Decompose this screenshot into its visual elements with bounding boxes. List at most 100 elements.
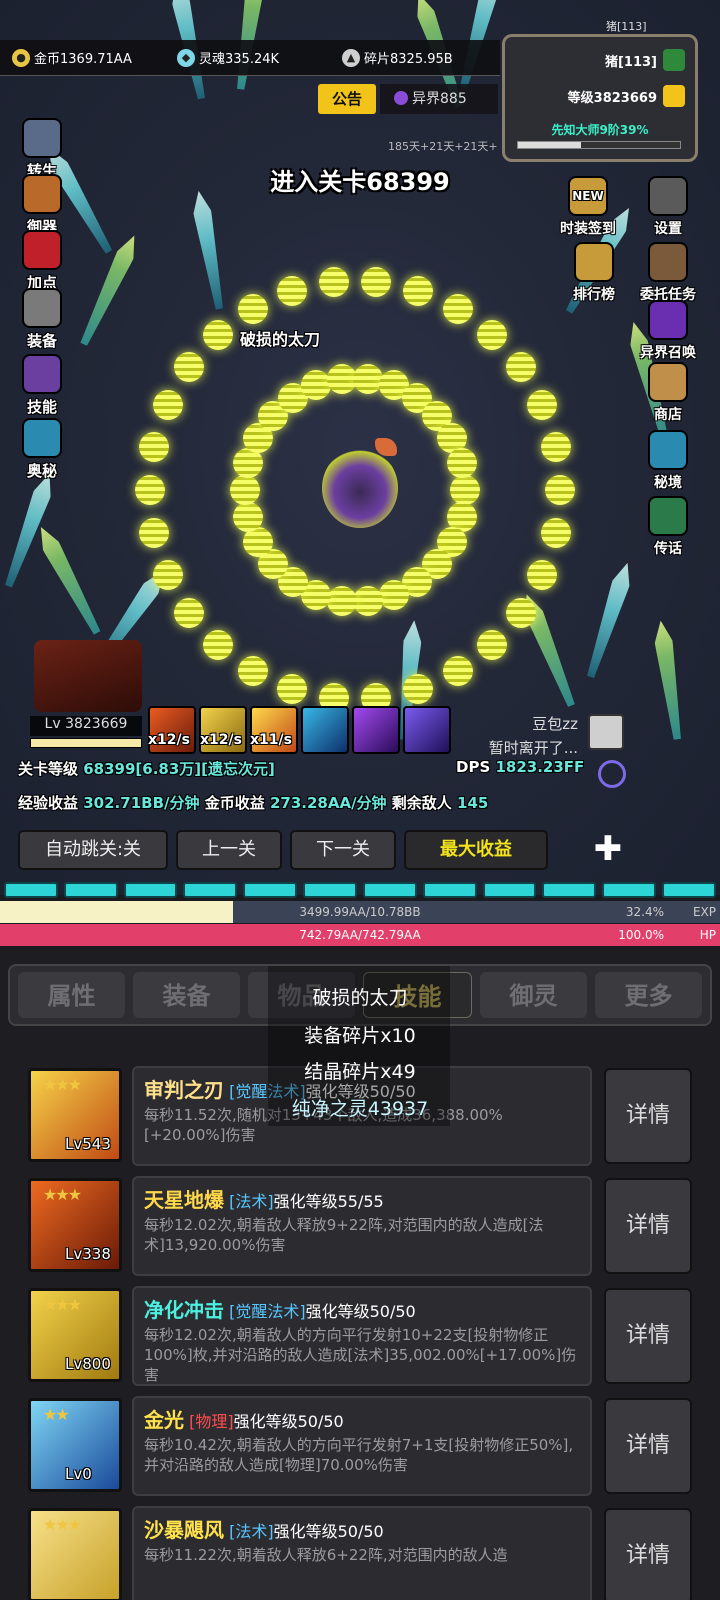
prev-stage-button[interactable]: 上一关 bbox=[176, 830, 282, 870]
coin-icon bbox=[505, 352, 536, 383]
exp-income-label: 经验收益 bbox=[18, 794, 79, 812]
wave-segment bbox=[542, 882, 597, 898]
skill-card: ★★ Lv0 金光 [物理]强化等级50/50 每秒10.42次,朝着敌人的方向平行发… bbox=[24, 1396, 696, 1496]
skill-icon[interactable]: ★★ Lv0 bbox=[28, 1398, 122, 1492]
left-menu-item[interactable]: 转生 bbox=[12, 118, 72, 181]
realm-button[interactable]: 异界885 bbox=[380, 84, 498, 114]
equipment-icon bbox=[22, 288, 62, 328]
hp-percent: 100.0% bbox=[618, 928, 664, 942]
leaf-badge-icon bbox=[663, 49, 685, 71]
income-row: 经验收益 302.71BB/分钟 金币收益 273.28AA/分钟 剩余敌人 1… bbox=[18, 792, 488, 813]
coin-icon bbox=[233, 501, 264, 532]
soul-amount: 灵魂335.24K bbox=[199, 52, 280, 67]
right-menu-item[interactable]: 传话 bbox=[630, 496, 706, 558]
coin-icon bbox=[326, 363, 357, 394]
boss-hp-bar bbox=[30, 738, 142, 748]
skill-name: 沙暴飓风 bbox=[144, 1518, 224, 1542]
skill-slot-void-icon[interactable] bbox=[352, 706, 400, 754]
skill-icon bbox=[22, 354, 62, 394]
new-badge: NEW bbox=[572, 189, 604, 203]
left-menu-item[interactable]: 奥秘 bbox=[12, 418, 72, 481]
ring-icon[interactable] bbox=[598, 760, 626, 788]
title-progress-bar bbox=[517, 141, 681, 149]
right-menu-item[interactable]: 委托任务 bbox=[630, 242, 706, 304]
skill-detail-button[interactable]: 详情 bbox=[604, 1178, 692, 1274]
skill-icon[interactable]: ★★★ Lv800 bbox=[28, 1288, 122, 1382]
right-menu-item[interactable]: NEW 时装签到 bbox=[550, 176, 626, 238]
max-income-button[interactable]: 最大收益 bbox=[404, 830, 548, 870]
left-menu-item[interactable]: 装备 bbox=[12, 288, 72, 351]
skill-slot-vortex-icon[interactable] bbox=[301, 706, 349, 754]
player-level: 等级3823669 bbox=[567, 90, 657, 106]
skill-detail-button[interactable]: 详情 bbox=[604, 1508, 692, 1600]
right-menu-label: 商店 bbox=[654, 407, 682, 423]
left-menu-item[interactable]: 加点 bbox=[12, 230, 72, 293]
secret-realm-icon bbox=[648, 430, 688, 470]
skill-icon[interactable]: ★★★ Lv338 bbox=[28, 1178, 122, 1272]
crystal-decoration bbox=[190, 189, 229, 310]
enemies-label: 剩余敌人 bbox=[391, 794, 452, 812]
coin-icon bbox=[540, 431, 571, 462]
coin-icon bbox=[152, 560, 183, 591]
skill-detail-button[interactable]: 详情 bbox=[604, 1288, 692, 1384]
friend-avatar[interactable] bbox=[588, 714, 624, 750]
player-name: 猪[113] bbox=[604, 54, 657, 70]
stage-level-row: 关卡等级 68399[6.83万][遗忘次元] bbox=[18, 758, 275, 779]
skill-stars: ★★★ bbox=[43, 1515, 82, 1534]
coin-icon bbox=[237, 293, 268, 324]
shard-icon: ▲ bbox=[342, 48, 360, 67]
skill-stars: ★★★ bbox=[43, 1185, 82, 1204]
next-stage-button[interactable]: 下一关 bbox=[290, 830, 396, 870]
right-menu-label: 传话 bbox=[654, 541, 682, 557]
coin-icon bbox=[442, 293, 473, 324]
skill-type: [物理] bbox=[189, 1412, 234, 1431]
exp-percent: 32.4% bbox=[625, 905, 664, 919]
player-level-row: 等级3823669 bbox=[568, 85, 685, 107]
left-menu-label: 奥秘 bbox=[26, 462, 57, 480]
coin-icon bbox=[152, 389, 183, 420]
skill-rate: x11/s bbox=[250, 732, 292, 748]
player-panel[interactable]: 猪[113] 等级3823669 先知大师9阶39% bbox=[502, 34, 698, 162]
loot-item: 结晶碎片x49 bbox=[304, 1061, 416, 1083]
skill-icon[interactable]: ★★★ bbox=[28, 1508, 122, 1600]
crystal-decoration bbox=[582, 560, 636, 680]
skill-enhance-level: 强化等级50/50 bbox=[273, 1522, 384, 1541]
skill-card: ★★★ Lv800 净化冲击 [觉醒法术]强化等级50/50 每秒12.02次,朝着敌… bbox=[24, 1286, 696, 1386]
skill-lv: Lv543 bbox=[65, 1135, 111, 1153]
plus-icon[interactable]: ✚ bbox=[588, 830, 628, 870]
right-menu-item[interactable]: 排行榜 bbox=[556, 242, 632, 304]
left-menu-item[interactable]: 御器 bbox=[12, 174, 72, 237]
coin-icon bbox=[326, 586, 357, 617]
right-menu-item[interactable]: 商店 bbox=[630, 362, 706, 424]
settings-gear-icon bbox=[648, 176, 688, 216]
dps-row: DPS 1823.23FF bbox=[456, 758, 584, 776]
boss-level: Lv 3823669 bbox=[30, 716, 142, 736]
right-menu-label: 排行榜 bbox=[573, 287, 615, 303]
crystal-decoration bbox=[33, 523, 105, 637]
notice-button[interactable]: 公告 bbox=[318, 84, 376, 114]
auto-skip-button[interactable]: 自动跳关:关 bbox=[18, 830, 168, 870]
shard-resource: ▲ 碎片8325.95B bbox=[330, 48, 495, 67]
skill-lv: Lv0 bbox=[65, 1465, 92, 1483]
skill-stars: ★★ bbox=[43, 1405, 70, 1424]
right-menu-item[interactable]: 设置 bbox=[630, 176, 706, 238]
skill-type: [觉醒法术] bbox=[229, 1302, 306, 1321]
skill-stars: ★★★ bbox=[43, 1295, 82, 1314]
game-scene[interactable]: 进入关卡68399 185天+21天+21天+ 破损的太刀 猪[113] ● 金… bbox=[0, 0, 720, 895]
loot-item: 装备碎片x10 bbox=[304, 1025, 416, 1047]
dps-label: DPS bbox=[456, 758, 491, 776]
left-menu-item[interactable]: 技能 bbox=[12, 354, 72, 417]
skill-info: 净化冲击 [觉醒法术]强化等级50/50 每秒12.02次,朝着敌人的方向平行发射… bbox=[132, 1286, 592, 1386]
left-menu-label: 装备 bbox=[26, 332, 57, 350]
title-progress: 先知大师9阶39% bbox=[551, 123, 649, 137]
wave-segment bbox=[63, 882, 118, 898]
skill-type: [法术] bbox=[229, 1192, 274, 1211]
skill-description: 每秒11.22次,朝着敌人释放6+22阵,对范围内的敌人造 bbox=[144, 1546, 508, 1564]
right-menu-item[interactable]: 异界召唤 bbox=[630, 300, 706, 362]
skill-detail-button[interactable]: 详情 bbox=[604, 1398, 692, 1494]
gold-amount: 金币1369.71AA bbox=[34, 52, 132, 67]
right-menu-item[interactable]: 秘境 bbox=[630, 430, 706, 492]
crown-icon bbox=[663, 85, 685, 107]
coin-icon bbox=[202, 630, 233, 661]
skill-slot-star-icon[interactable] bbox=[403, 706, 451, 754]
